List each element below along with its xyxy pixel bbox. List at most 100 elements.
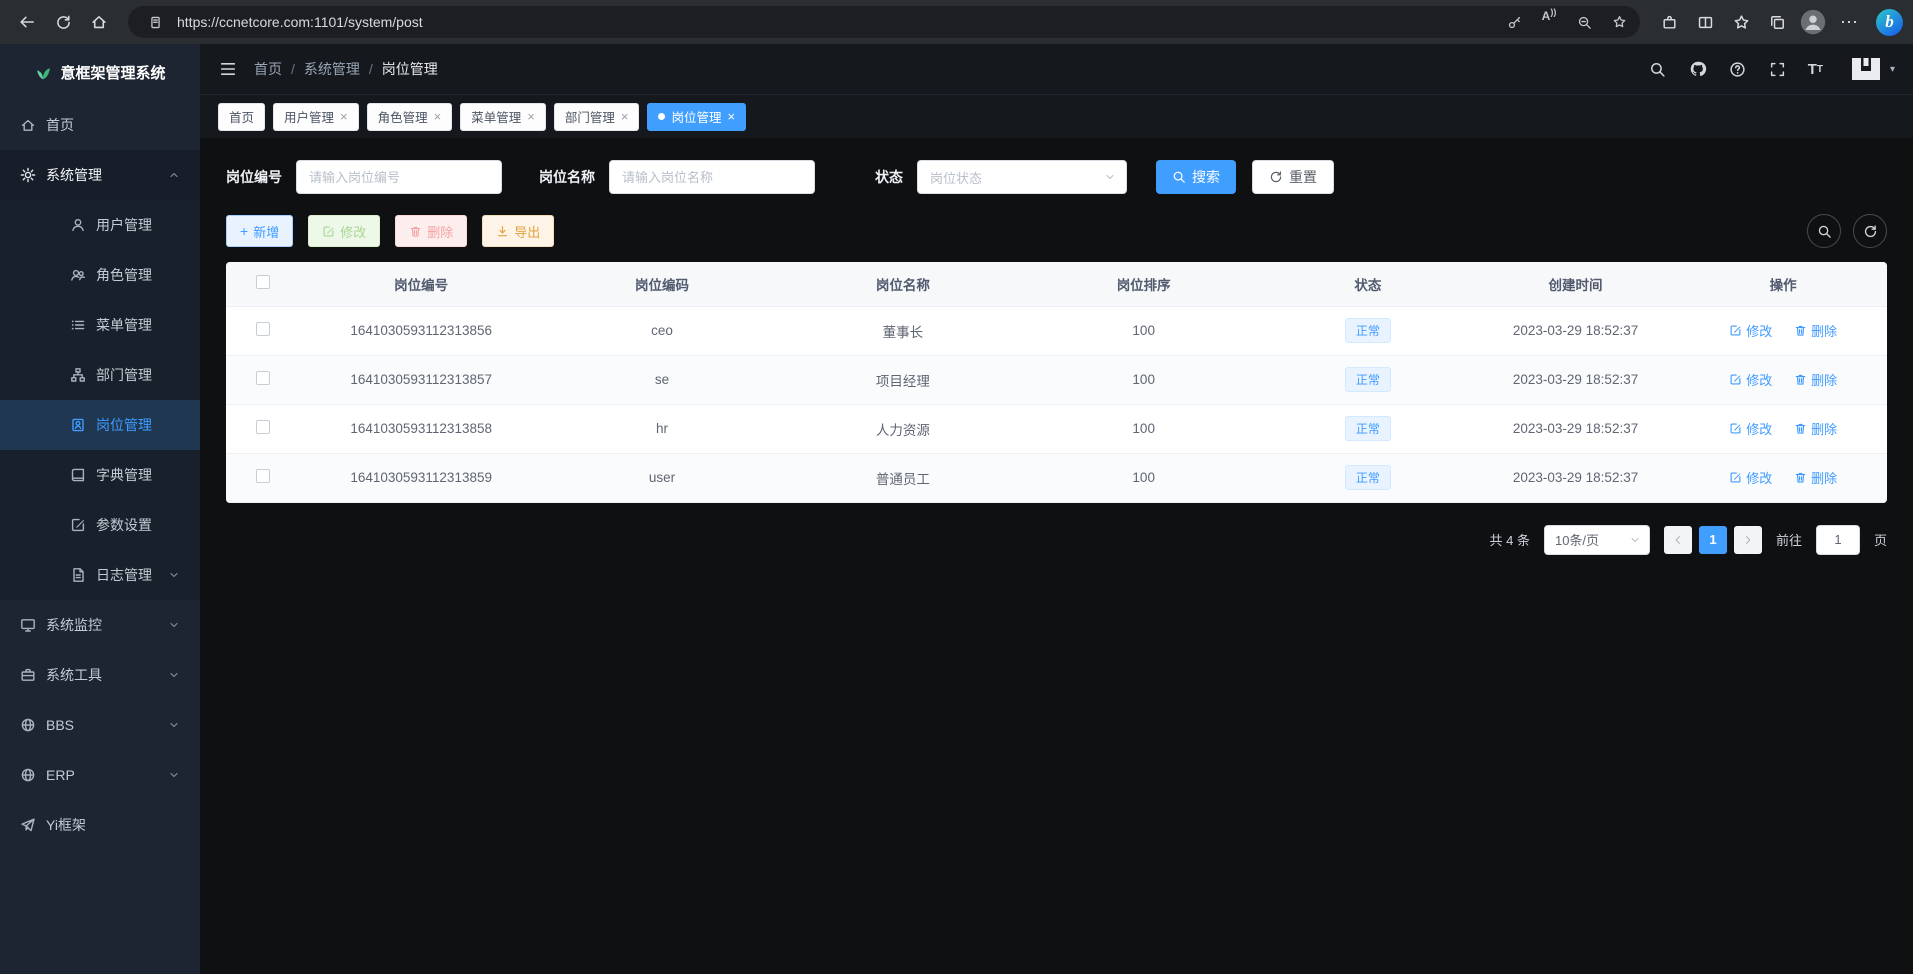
collections-button[interactable] [1760, 5, 1794, 39]
breadcrumb-home[interactable]: 首页 [254, 59, 282, 79]
row-delete-link[interactable]: 删除 [1794, 419, 1837, 438]
edit-button[interactable]: 修改 [308, 215, 380, 247]
add-button[interactable]: + 新增 [226, 215, 293, 247]
post-code-input[interactable] [296, 160, 502, 194]
sidebar-item-yi-framework[interactable]: Yi框架 [0, 800, 200, 850]
collapse-sidebar-button[interactable] [218, 59, 238, 79]
col-header-status: 状态 [1264, 262, 1472, 306]
delete-button[interactable]: 删除 [395, 215, 467, 247]
select-all-checkbox[interactable] [256, 275, 270, 289]
sidebar-item-home[interactable]: 首页 [0, 100, 200, 150]
sidebar-item-label: BBS [46, 717, 74, 733]
font-size-button[interactable]: TT [1808, 59, 1823, 79]
sidebar-item-label: 角色管理 [96, 265, 152, 285]
row-delete-link[interactable]: 删除 [1794, 468, 1837, 487]
toggle-search-button[interactable] [1807, 214, 1841, 248]
tab-home[interactable]: 首页 [218, 103, 265, 131]
prev-page-button[interactable] [1664, 526, 1692, 554]
sidebar-item-erp[interactable]: ERP [0, 750, 200, 800]
split-screen-button[interactable] [1688, 5, 1722, 39]
row-edit-link[interactable]: 修改 [1729, 370, 1772, 389]
close-icon[interactable]: × [340, 110, 348, 123]
passwords-key-icon[interactable] [1501, 9, 1527, 35]
favorites-button[interactable] [1724, 5, 1758, 39]
refresh-table-button[interactable] [1853, 214, 1887, 248]
page-size-select[interactable]: 10条/页 [1544, 525, 1650, 555]
close-icon[interactable]: × [434, 110, 442, 123]
refresh-button[interactable] [46, 5, 80, 39]
user-avatar-dropdown[interactable]: ▾ [1847, 54, 1895, 84]
sidebar-item-departments[interactable]: 部门管理 [0, 350, 200, 400]
globe-icon [20, 767, 36, 783]
sidebar-item-menus[interactable]: 菜单管理 [0, 300, 200, 350]
tab-post-management[interactable]: 岗位管理 × [647, 103, 746, 131]
sidebar-item-bbs[interactable]: BBS [0, 700, 200, 750]
sidebar-item-logs[interactable]: 日志管理 [0, 550, 200, 600]
sidebar-item-users[interactable]: 用户管理 [0, 200, 200, 250]
reset-button[interactable]: 重置 [1252, 160, 1334, 194]
col-header-actions: 操作 [1679, 262, 1887, 306]
row-delete-link[interactable]: 删除 [1794, 370, 1837, 389]
header-search-button[interactable] [1648, 59, 1668, 79]
tab-menu-management[interactable]: 菜单管理 × [460, 103, 546, 131]
sidebar-item-tools[interactable]: 系统工具 [0, 650, 200, 700]
fullscreen-button[interactable] [1768, 59, 1788, 79]
chevron-down-icon [1104, 171, 1116, 183]
trash-icon [1794, 471, 1807, 484]
row-checkbox[interactable] [256, 469, 270, 483]
row-checkbox[interactable] [256, 322, 270, 336]
breadcrumb-system[interactable]: 系统管理 [304, 59, 360, 79]
read-aloud-icon[interactable]: A)) [1536, 9, 1562, 35]
table-header-row: 岗位编号 岗位编码 岗位名称 岗位排序 状态 创建时间 操作 [226, 262, 1887, 306]
close-icon[interactable]: × [727, 110, 735, 123]
row-checkbox[interactable] [256, 420, 270, 434]
id-badge-icon [70, 417, 86, 433]
row-edit-link[interactable]: 修改 [1729, 419, 1772, 438]
profile-button[interactable] [1796, 5, 1830, 39]
status-select[interactable]: 岗位状态 [917, 160, 1127, 194]
close-icon[interactable]: × [527, 110, 535, 123]
sidebar-item-monitoring[interactable]: 系统监控 [0, 600, 200, 650]
add-favorite-star-icon[interactable] [1606, 9, 1632, 35]
row-delete-link[interactable]: 删除 [1794, 321, 1837, 340]
sidebar-item-roles[interactable]: 角色管理 [0, 250, 200, 300]
sidebar-item-posts[interactable]: 岗位管理 [0, 400, 200, 450]
tab-role-management[interactable]: 角色管理 × [367, 103, 453, 131]
row-edit-link[interactable]: 修改 [1729, 468, 1772, 487]
row-checkbox[interactable] [256, 371, 270, 385]
github-button[interactable] [1688, 59, 1708, 79]
download-icon [496, 225, 509, 238]
extensions-button[interactable] [1652, 5, 1686, 39]
chevron-down-icon [168, 619, 180, 631]
page-number-button[interactable]: 1 [1699, 526, 1727, 554]
address-bar[interactable]: https://ccnetcore.com:1101/system/post A… [128, 6, 1640, 38]
search-button[interactable]: 搜索 [1156, 160, 1236, 194]
bing-logo-icon[interactable]: b [1876, 9, 1903, 36]
trash-icon [409, 225, 422, 238]
goto-page-input[interactable] [1816, 525, 1860, 555]
sidebar-item-parameters[interactable]: 参数设置 [0, 500, 200, 550]
close-icon[interactable]: × [621, 110, 629, 123]
app-logo[interactable]: 意框架管理系统 [0, 44, 200, 100]
url-text[interactable]: https://ccnetcore.com:1101/system/post [177, 14, 1492, 30]
site-info-icon[interactable] [142, 9, 168, 35]
ellipsis-icon: ⋯ [1840, 12, 1858, 33]
post-name-input[interactable] [609, 160, 815, 194]
row-edit-link[interactable]: 修改 [1729, 321, 1772, 340]
page-buttons: 1 [1664, 526, 1762, 554]
sidebar-item-dictionary[interactable]: 字典管理 [0, 450, 200, 500]
help-button[interactable] [1728, 59, 1748, 79]
settings-more-button[interactable]: ⋯ [1832, 5, 1866, 39]
cell-created: 2023-03-29 18:52:37 [1472, 306, 1680, 355]
zoom-icon[interactable] [1571, 9, 1597, 35]
export-button[interactable]: 导出 [482, 215, 554, 247]
tab-department-management[interactable]: 部门管理 × [554, 103, 640, 131]
back-button[interactable] [10, 5, 44, 39]
tab-user-management[interactable]: 用户管理 × [273, 103, 359, 131]
refresh-icon [1269, 170, 1283, 184]
next-page-button[interactable] [1734, 526, 1762, 554]
sidebar-item-system[interactable]: 系统管理 [0, 150, 200, 200]
sidebar-item-label: 用户管理 [96, 215, 152, 235]
sidebar-item-label: 系统监控 [46, 615, 102, 635]
home-button[interactable] [82, 5, 116, 39]
